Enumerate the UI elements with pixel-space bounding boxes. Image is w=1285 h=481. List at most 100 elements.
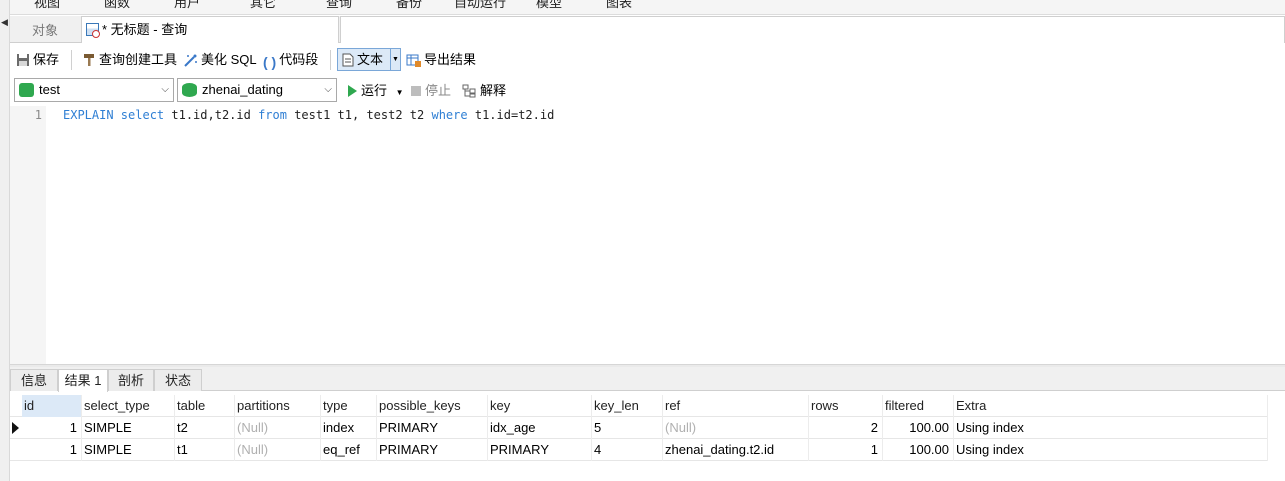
cell-select-type[interactable]: SIMPLE xyxy=(82,439,175,461)
sql-editor[interactable]: 1 EXPLAIN select t1.id,t2.id from test1 … xyxy=(10,106,1285,364)
text-view-dropdown-icon[interactable]: ▼ xyxy=(390,49,400,70)
cell-partitions[interactable]: (Null) xyxy=(235,417,321,439)
collapse-arrow-icon[interactable]: ◀ xyxy=(1,17,8,28)
menu-item-backup[interactable]: 备份 xyxy=(396,0,422,11)
query-builder-label: 查询创建工具 xyxy=(99,52,178,67)
explain-button[interactable]: 解释 xyxy=(462,81,506,101)
menu-item-functions[interactable]: 函数 xyxy=(104,0,130,11)
run-button[interactable]: 运行 ▼ xyxy=(346,81,404,101)
document-tab-strip: 对象 * 无标题 - 查询 xyxy=(10,16,1285,43)
line-number: 1 xyxy=(34,108,42,122)
tab-strip-empty-area xyxy=(340,16,1285,43)
column-header-id[interactable]: id xyxy=(22,395,82,417)
cell-extra[interactable]: Using index xyxy=(954,439,1268,461)
cell-extra[interactable]: Using index xyxy=(954,417,1268,439)
cell-partitions[interactable]: (Null) xyxy=(235,439,321,461)
sql-text: t1.id,t2.id xyxy=(171,108,259,122)
stop-icon xyxy=(411,86,421,96)
database-select-value: zhenai_dating xyxy=(202,82,283,97)
cell-filtered[interactable]: 100.00 xyxy=(883,417,954,439)
cell-table[interactable]: t1 xyxy=(175,439,235,461)
cell-type[interactable]: index xyxy=(321,417,377,439)
cell-rows[interactable]: 1 xyxy=(809,439,883,461)
export-table-icon xyxy=(406,54,421,67)
cell-filtered[interactable]: 100.00 xyxy=(883,439,954,461)
text-view-toggle[interactable]: 文本 ▼ xyxy=(337,48,401,71)
text-view-button[interactable]: 文本 xyxy=(342,50,383,70)
menu-item-view[interactable]: 视图 xyxy=(34,0,60,11)
cell-ref[interactable]: (Null) xyxy=(663,417,809,439)
cell-ref[interactable]: zhenai_dating.t2.id xyxy=(663,439,809,461)
table-row[interactable]: 1 SIMPLE t2 (Null) index PRIMARY idx_age 5 (Null… xyxy=(10,417,1268,439)
column-header-type[interactable]: type xyxy=(321,395,377,417)
connection-select[interactable]: test ⌵ xyxy=(14,78,174,102)
tab-objects[interactable]: 对象 xyxy=(10,18,80,43)
column-header-select-type[interactable]: select_type xyxy=(82,395,175,417)
tab-status[interactable]: 状态 xyxy=(154,369,202,391)
export-results-button[interactable]: 导出结果 xyxy=(406,50,476,70)
connection-icon xyxy=(19,83,34,97)
tab-profile[interactable]: 剖析 xyxy=(108,369,154,391)
sql-keyword: where xyxy=(431,108,475,122)
table-row[interactable]: 1 SIMPLE t1 (Null) eq_ref PRIMARY PRIMARY 4 zhen… xyxy=(10,439,1268,461)
sql-text: t1.id=t2.id xyxy=(474,108,555,122)
sql-text: test1 t1, test2 t2 xyxy=(294,108,432,122)
column-header-partitions[interactable]: partitions xyxy=(235,395,321,417)
result-tab-strip: 信息 结果 1 剖析 状态 xyxy=(10,367,1285,392)
tab-info[interactable]: 信息 xyxy=(10,369,58,391)
cell-key-len[interactable]: 5 xyxy=(592,417,663,439)
cell-key-len[interactable]: 4 xyxy=(592,439,663,461)
cell-select-type[interactable]: SIMPLE xyxy=(82,417,175,439)
cell-rows[interactable]: 2 xyxy=(809,417,883,439)
menu-item-query[interactable]: 查询 xyxy=(326,0,352,11)
sql-code-line[interactable]: EXPLAIN select t1.id,t2.id from test1 t1… xyxy=(63,108,554,122)
stop-label: 停止 xyxy=(425,83,452,98)
column-header-ref[interactable]: ref xyxy=(663,395,809,417)
tab-untitled-query[interactable]: * 无标题 - 查询 xyxy=(81,16,339,43)
column-header-key[interactable]: key xyxy=(488,395,592,417)
cell-table[interactable]: t2 xyxy=(175,417,235,439)
explain-tree-icon xyxy=(462,84,476,98)
save-label: 保存 xyxy=(33,52,60,67)
column-header-extra[interactable]: Extra xyxy=(954,395,1268,417)
cell-id[interactable]: 1 xyxy=(22,439,82,461)
stop-button[interactable]: 停止 xyxy=(410,81,451,101)
current-row-indicator-icon xyxy=(12,422,19,434)
cell-key[interactable]: PRIMARY xyxy=(488,439,592,461)
cell-possible-keys[interactable]: PRIMARY xyxy=(377,439,488,461)
tab-result-1[interactable]: 结果 1 xyxy=(58,369,108,392)
code-snippet-button[interactable]: ( ) 代码段 xyxy=(263,50,318,70)
code-snippet-label: 代码段 xyxy=(279,52,319,67)
cell-type[interactable]: eq_ref xyxy=(321,439,377,461)
play-icon xyxy=(348,85,357,97)
menu-item-charts[interactable]: 图表 xyxy=(606,0,632,11)
toolbar-separator xyxy=(71,50,72,70)
hammer-icon xyxy=(84,54,94,66)
cell-id[interactable]: 1 xyxy=(22,417,82,439)
query-builder-button[interactable]: 查询创建工具 xyxy=(82,50,177,70)
column-header-rows[interactable]: rows xyxy=(809,395,883,417)
line-number-gutter: 1 xyxy=(10,106,46,364)
sql-keyword: EXPLAIN xyxy=(63,108,121,122)
menu-item-model[interactable]: 模型 xyxy=(536,0,562,11)
menu-item-other[interactable]: 其它 xyxy=(250,0,276,11)
text-view-label: 文本 xyxy=(357,52,384,67)
database-select[interactable]: zhenai_dating ⌵ xyxy=(177,78,337,102)
parentheses-icon: ( ) xyxy=(263,54,277,70)
menu-item-automation[interactable]: 自动运行 xyxy=(454,0,506,11)
column-header-key-len[interactable]: key_len xyxy=(592,395,663,417)
cell-possible-keys[interactable]: PRIMARY xyxy=(377,417,488,439)
menu-bar: 视图 函数 用户 其它 查询 备份 自动运行 模型 图表 xyxy=(10,0,1285,15)
save-button[interactable]: 保存 xyxy=(16,50,59,70)
column-header-table[interactable]: table xyxy=(175,395,235,417)
column-header-filtered[interactable]: filtered xyxy=(883,395,954,417)
column-header-possible-keys[interactable]: possible_keys xyxy=(377,395,488,417)
beautify-sql-button[interactable]: 美化 SQL xyxy=(183,50,257,70)
explain-label: 解释 xyxy=(480,83,507,98)
query-toolbar: 保存 查询创建工具 美化 SQL ( ) 代码段 文本 ▼ 导出结果 xyxy=(10,44,1285,74)
query-table-icon xyxy=(86,23,100,38)
run-dropdown-icon[interactable]: ▼ xyxy=(396,88,404,97)
cell-key[interactable]: idx_age xyxy=(488,417,592,439)
menu-item-users[interactable]: 用户 xyxy=(174,0,200,11)
chevron-down-icon: ⌵ xyxy=(161,84,169,95)
